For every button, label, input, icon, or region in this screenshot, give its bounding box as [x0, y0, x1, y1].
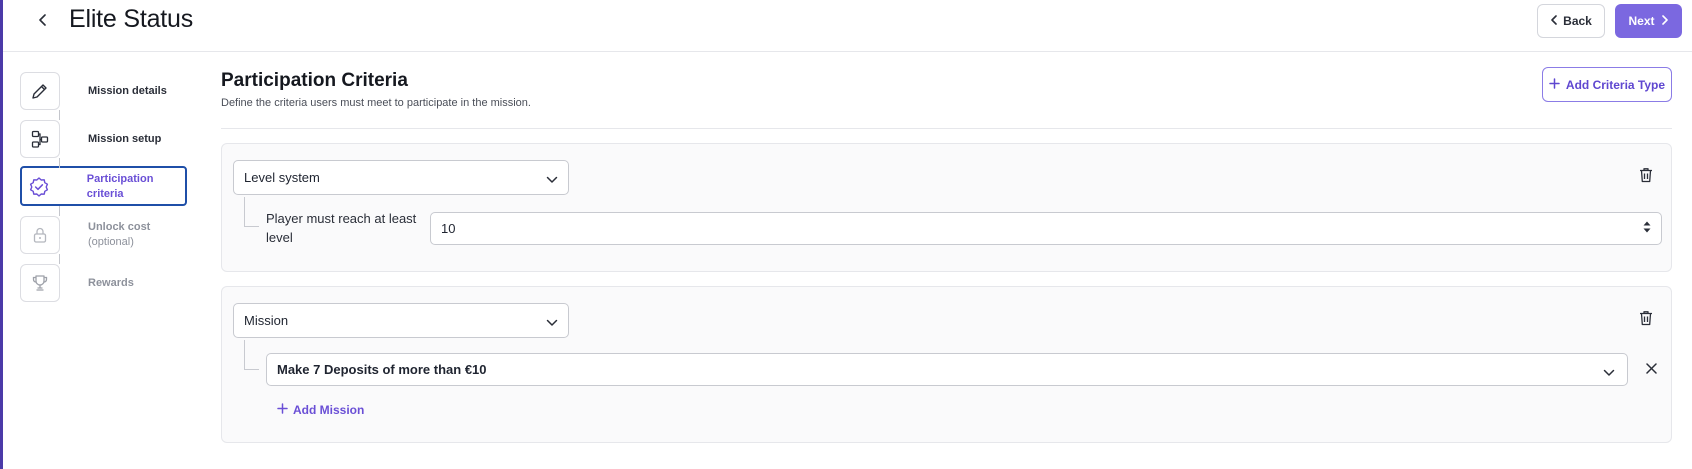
header-back-chevron-icon[interactable] [33, 10, 53, 30]
trash-icon [1639, 167, 1653, 188]
mission-select[interactable]: Make 7 Deposits of more than €10 [266, 353, 1628, 386]
remove-mission-button[interactable] [1643, 362, 1659, 378]
plus-icon [277, 403, 288, 417]
workflow-icon [20, 120, 60, 158]
plus-icon [1549, 77, 1560, 92]
step-label: Participation criteria [86, 173, 154, 200]
add-mission-label: Add Mission [293, 403, 365, 417]
add-mission-button[interactable]: Add Mission [277, 403, 364, 417]
back-button-label: Back [1563, 14, 1592, 28]
page-header: Elite Status Back Next [3, 0, 1692, 52]
number-stepper-icon[interactable] [1643, 221, 1651, 233]
lock-icon [20, 216, 60, 254]
step-label: Rewards [88, 276, 134, 289]
level-number-input[interactable]: 10 [430, 212, 1662, 245]
criteria-type-value: Mission [244, 313, 289, 328]
step-connector [59, 158, 60, 168]
back-button[interactable]: Back [1537, 4, 1605, 38]
step-label: Mission setup [88, 132, 162, 145]
step-label-optional: (optional) [88, 236, 134, 248]
chevron-down-icon [546, 172, 558, 187]
close-icon [1645, 361, 1657, 379]
badge-check-icon [20, 168, 59, 206]
delete-criteria-button[interactable] [1637, 167, 1655, 187]
add-criteria-type-label: Add Criteria Type [1565, 77, 1666, 92]
level-condition-label: Player must reach at least level [266, 211, 417, 245]
trash-icon [1639, 310, 1653, 331]
step-mission-details[interactable]: Mission details [20, 72, 167, 110]
step-participation-criteria[interactable]: Participation criteria [20, 168, 190, 206]
mission-select-value: Make 7 Deposits of more than €10 [277, 362, 487, 377]
tree-connector [244, 197, 259, 227]
chevron-down-icon [546, 315, 558, 330]
criteria-type-select[interactable]: Level system [233, 160, 569, 195]
page-title: Elite Status [69, 5, 194, 33]
criteria-card-mission: Mission Make 7 Deposits of more than €10… [221, 286, 1672, 443]
next-button-label: Next [1628, 14, 1655, 28]
step-connector [59, 110, 60, 120]
section-description: Define the criteria users must meet to p… [221, 97, 531, 109]
section-divider [221, 128, 1672, 129]
chevron-left-icon [1550, 14, 1558, 28]
step-connector [59, 206, 60, 216]
step-mission-setup[interactable]: Mission setup [20, 120, 161, 158]
step-label: Mission details [88, 84, 167, 97]
trophy-icon [20, 264, 60, 302]
step-unlock-cost[interactable]: Unlock cost (optional) [20, 216, 150, 254]
next-button[interactable]: Next [1615, 4, 1682, 38]
window-left-edge [0, 0, 3, 469]
level-number-value: 10 [441, 221, 456, 236]
pencil-icon [20, 72, 60, 110]
chevron-down-icon [1603, 365, 1615, 380]
chevron-right-icon [1661, 14, 1669, 28]
step-label: Unlock cost (optional) [88, 220, 150, 250]
criteria-type-select[interactable]: Mission [233, 303, 569, 338]
section-title: Participation Criteria [221, 70, 408, 91]
tree-connector [244, 340, 259, 370]
criteria-type-value: Level system [244, 170, 320, 185]
step-label-main: Unlock cost [88, 221, 151, 233]
delete-criteria-button[interactable] [1637, 310, 1655, 330]
add-criteria-type-button[interactable]: Add Criteria Type [1542, 67, 1672, 102]
criteria-card-level-system: Level system Player must reach at least … [221, 143, 1672, 272]
step-rewards[interactable]: Rewards [20, 264, 134, 302]
step-connector [59, 254, 60, 264]
